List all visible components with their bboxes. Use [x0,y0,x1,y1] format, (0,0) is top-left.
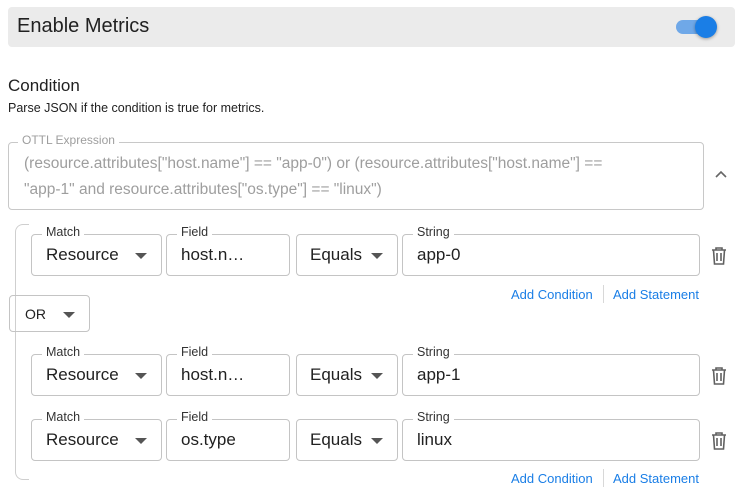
toggle-thumb [695,16,717,38]
trash-icon[interactable] [710,431,728,451]
trash-icon[interactable] [710,246,728,266]
chevron-down-icon [135,438,147,444]
value-text: app-0 [417,245,461,264]
match-label: Match [42,345,85,359]
connector-select[interactable] [9,295,90,332]
string-label: String [413,410,454,424]
field-label: Field [177,345,213,359]
match-label: Match [42,410,85,424]
condition-title: Condition [8,76,80,95]
chevron-down-icon [135,373,147,379]
value-text: linux [417,430,452,449]
ottl-expression-text: (resource.attributes["host.name"] == "ap… [24,151,696,203]
match-value: Resource [46,430,119,449]
ottl-expression-line-1: (resource.attributes["host.name"] == "ap… [24,155,603,172]
enable-metrics-title: Enable Metrics [17,15,150,37]
field-label: Field [177,410,213,424]
chevron-down-icon [135,253,147,259]
chevron-up-icon[interactable] [712,166,730,184]
field-label: Field [177,225,213,239]
add-statement-button[interactable]: Add Statement [613,287,699,302]
field-value: os.type [181,430,236,449]
enable-metrics-toggle[interactable] [676,16,720,38]
trash-icon[interactable] [710,366,728,386]
ottl-expression-line-2: "app-1" and resource.attributes["os.type… [24,181,382,198]
add-statement-button[interactable]: Add Statement [613,471,699,486]
field-value: host.n… [181,365,245,384]
condition-description: Parse JSON if the condition is true for … [8,101,265,115]
chevron-down-icon [371,373,383,379]
chevron-down-icon [371,438,383,444]
add-condition-button[interactable]: Add Condition [511,471,593,486]
operator-value: Equals [310,365,362,384]
outer-group-bracket [15,224,29,480]
chevron-down-icon [63,312,75,318]
match-label: Match [42,225,85,239]
string-label: String [413,225,454,239]
operator-value: Equals [310,430,362,449]
link-divider [603,285,604,303]
add-condition-button[interactable]: Add Condition [511,287,593,302]
string-label: String [413,345,454,359]
link-divider [603,469,604,487]
ottl-expression-label: OTTL Expression [18,133,119,147]
operator-value: Equals [310,245,362,264]
match-value: Resource [46,365,119,384]
value-text: app-1 [417,365,461,384]
chevron-down-icon [371,253,383,259]
enable-metrics-header: Enable Metrics [8,7,735,47]
field-value: host.n… [181,245,245,264]
match-value: Resource [46,245,119,264]
connector-value: OR [25,306,46,322]
